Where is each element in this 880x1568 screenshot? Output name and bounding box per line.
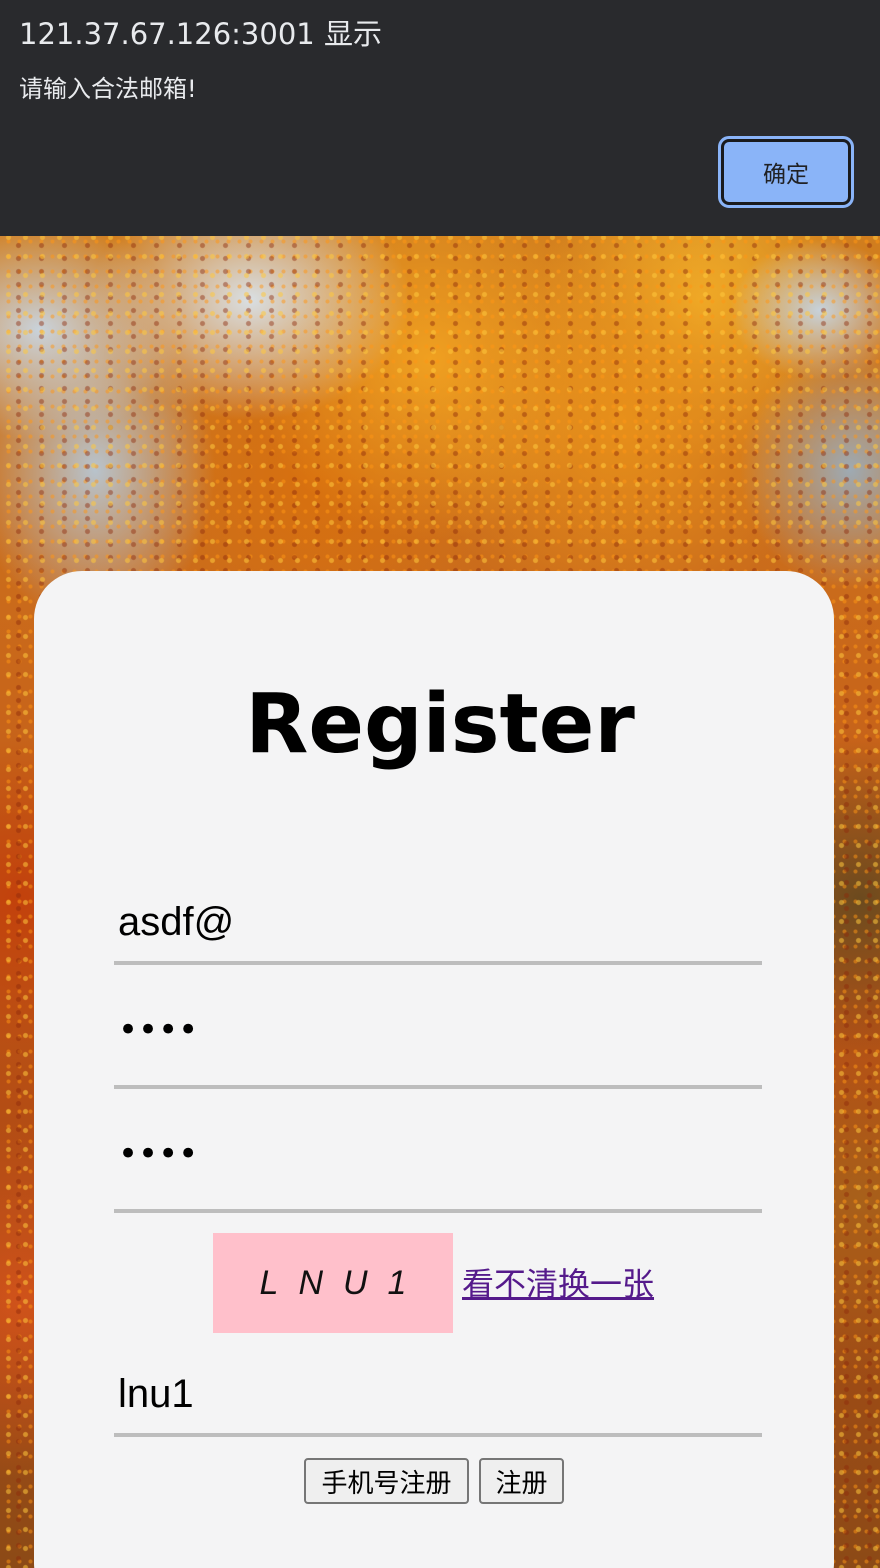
captcha-text: LNU1 — [259, 1263, 427, 1302]
alert-message: 请输入合法邮箱! — [19, 75, 197, 103]
alert-title: 121.37.67.126:3001 显示 — [19, 17, 382, 51]
password-input[interactable] — [114, 1008, 762, 1089]
alert-dialog: 121.37.67.126:3001 显示 请输入合法邮箱! 确定 — [0, 0, 880, 236]
captcha-input[interactable] — [114, 1356, 762, 1437]
alert-ok-button[interactable]: 确定 — [718, 136, 854, 208]
captcha-image[interactable]: LNU1 — [213, 1233, 453, 1333]
email-input[interactable] — [114, 884, 762, 965]
register-title: Register — [245, 677, 635, 772]
register-button[interactable]: 注册 — [479, 1458, 564, 1504]
page: 121.37.67.126:3001 显示 请输入合法邮箱! 确定 Regist… — [0, 0, 880, 1568]
confirm-password-input[interactable] — [114, 1132, 762, 1213]
captcha-refresh-link[interactable]: 看不清换一张 — [462, 1262, 654, 1306]
phone-register-button[interactable]: 手机号注册 — [304, 1458, 469, 1504]
